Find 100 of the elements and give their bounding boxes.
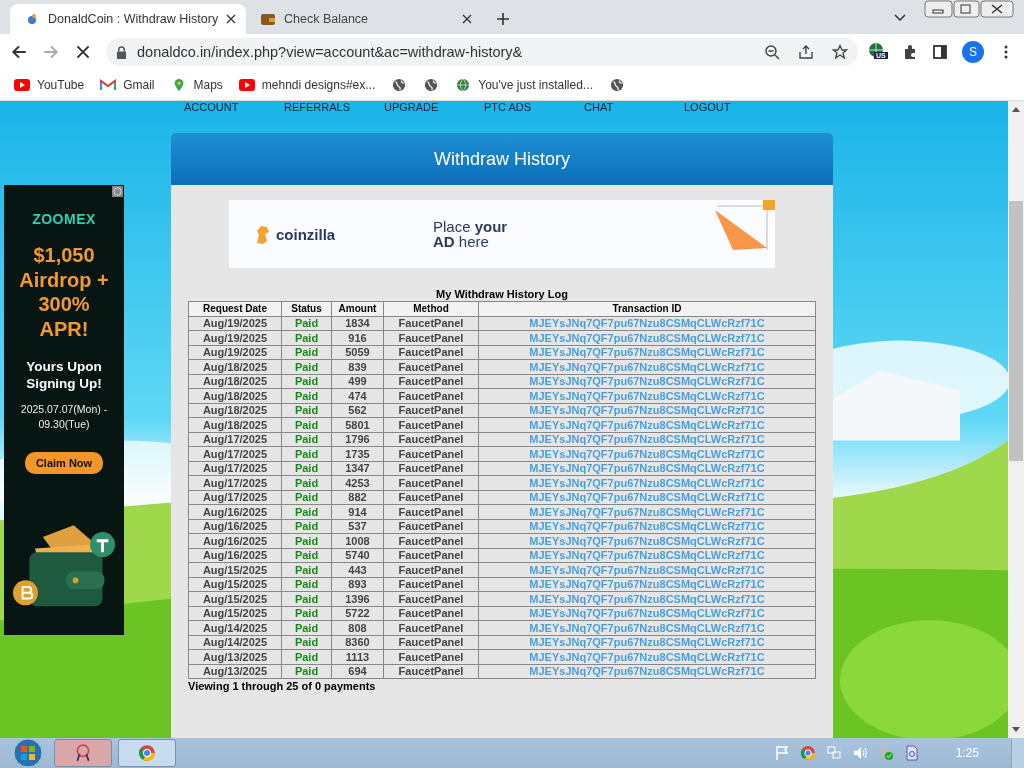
status-cell: Paid [281,359,332,374]
browser-icon[interactable] [799,745,816,761]
new-tab-icon[interactable] [496,12,510,26]
amount-cell: 808 [331,620,384,635]
nav-link[interactable]: CHAT [584,101,684,113]
nav-link[interactable]: UPGRADE [384,101,484,113]
taskbar-app[interactable] [118,739,176,767]
method-cell: FaucetPanel [383,446,479,461]
date-cell: Aug/17/2025 [188,475,282,490]
zoom-out-icon[interactable] [764,44,780,60]
nav-link[interactable]: REFERRALS [284,101,384,113]
back-icon[interactable] [10,43,28,61]
transaction-id-link[interactable]: MJEYsJNq7QF7pu67Nzu8CSMqCLWcRzf71C [478,461,816,476]
profile-avatar[interactable]: S [962,41,984,63]
transaction-id-link[interactable]: MJEYsJNq7QF7pu67Nzu8CSMqCLWcRzf71C [478,316,816,331]
browser-tab[interactable]: Check Balance [246,4,482,34]
method-cell: FaucetPanel [383,577,479,592]
scrollbar[interactable] [1008,101,1024,738]
nav-link[interactable]: LOGOUT [684,101,784,113]
transaction-id-link[interactable]: MJEYsJNq7QF7pu67Nzu8CSMqCLWcRzf71C [478,374,816,389]
date-cell: Aug/16/2025 [188,519,282,534]
transaction-id-link[interactable]: MJEYsJNq7QF7pu67Nzu8CSMqCLWcRzf71C [478,548,816,563]
method-cell: FaucetPanel [383,649,479,664]
chevron-down-icon[interactable] [894,14,906,22]
bookmark[interactable] [608,78,625,92]
method-cell: FaucetPanel [383,432,479,447]
bookmark[interactable]: Gmail [100,78,155,92]
transaction-id-link[interactable]: MJEYsJNq7QF7pu67Nzu8CSMqCLWcRzf71C [478,591,816,606]
transaction-id-link[interactable]: MJEYsJNq7QF7pu67Nzu8CSMqCLWcRzf71C [478,664,816,679]
star-icon[interactable] [832,44,848,60]
transaction-id-link[interactable]: MJEYsJNq7QF7pu67Nzu8CSMqCLWcRzf71C [478,345,816,360]
transaction-id-link[interactable]: MJEYsJNq7QF7pu67Nzu8CSMqCLWcRzf71C [478,490,816,505]
nav-link[interactable]: PTC ADS [484,101,584,113]
date-cell: Aug/17/2025 [188,461,282,476]
transaction-id-link[interactable]: MJEYsJNq7QF7pu67Nzu8CSMqCLWcRzf71C [478,446,816,461]
column-header: Method [383,301,479,316]
date-cell: Aug/17/2025 [188,446,282,461]
stop-icon[interactable] [74,43,92,61]
amount-cell: 474 [331,388,384,403]
transaction-id-link[interactable]: MJEYsJNq7QF7pu67Nzu8CSMqCLWcRzf71C [478,649,816,664]
status-cell: Paid [281,504,332,519]
puzzle-icon[interactable] [902,44,918,60]
amount-cell: 8360 [331,635,384,650]
bookmark[interactable]: You've just installed... [455,78,593,92]
bookmark[interactable]: mehndi designs#ex... [238,78,376,92]
side-panel-icon[interactable] [932,44,948,60]
clock[interactable]: 1:25 [955,746,979,760]
transaction-id-link[interactable]: MJEYsJNq7QF7pu67Nzu8CSMqCLWcRzf71C [478,562,816,577]
method-cell: FaucetPanel [383,388,479,403]
globe-icon [423,78,440,92]
transaction-id-link[interactable]: MJEYsJNq7QF7pu67Nzu8CSMqCLWcRzf71C [478,504,816,519]
transaction-id-link[interactable]: MJEYsJNq7QF7pu67Nzu8CSMqCLWcRzf71C [478,475,816,490]
date-cell: Aug/18/2025 [188,359,282,374]
date-cell: Aug/17/2025 [188,490,282,505]
nav-link[interactable]: ACCOUNT [184,101,284,113]
transaction-id-link[interactable]: MJEYsJNq7QF7pu67Nzu8CSMqCLWcRzf71C [478,432,816,447]
transaction-id-link[interactable]: MJEYsJNq7QF7pu67Nzu8CSMqCLWcRzf71C [478,620,816,635]
date-cell: Aug/15/2025 [188,606,282,621]
close-icon[interactable] [226,14,236,24]
amount-cell: 916 [331,330,384,345]
status-cell: Paid [281,432,332,447]
date-cell: Aug/14/2025 [188,620,282,635]
status-cell: Paid [281,403,332,418]
globe-icon [391,78,408,92]
close-icon[interactable] [462,14,472,24]
transaction-id-link[interactable]: MJEYsJNq7QF7pu67Nzu8CSMqCLWcRzf71C [478,359,816,374]
window-controls[interactable] [924,0,1014,18]
document-icon[interactable] [903,745,920,761]
claim-button[interactable]: Claim Now [24,452,104,474]
transaction-id-link[interactable]: MJEYsJNq7QF7pu67Nzu8CSMqCLWcRzf71C [478,606,816,621]
date-cell: Aug/13/2025 [188,649,282,664]
status-cell: Paid [281,446,332,461]
date-cell: Aug/17/2025 [188,432,282,447]
transaction-id-link[interactable]: MJEYsJNq7QF7pu67Nzu8CSMqCLWcRzf71C [478,388,816,403]
transaction-id-link[interactable]: MJEYsJNq7QF7pu67Nzu8CSMqCLWcRzf71C [478,533,816,548]
bookmark[interactable] [423,78,440,92]
status-cell: Paid [281,475,332,490]
bookmark[interactable]: YouTube [14,78,85,92]
mail-icon [100,78,117,92]
panel-title: Withdraw History [434,148,570,170]
transaction-id-link[interactable]: MJEYsJNq7QF7pu67Nzu8CSMqCLWcRzf71C [478,330,816,345]
transaction-id-link[interactable]: MJEYsJNq7QF7pu67Nzu8CSMqCLWcRzf71C [478,403,816,418]
bookmark[interactable] [391,78,408,92]
wallet-icon [260,11,276,27]
browser-tab[interactable]: DonaldCoin : Withdraw History [10,4,246,34]
share-icon[interactable] [798,44,814,60]
browser-icon [138,744,156,762]
ad-banner[interactable]: coinzilla Place your AD here [229,200,775,268]
transaction-id-link[interactable]: MJEYsJNq7QF7pu67Nzu8CSMqCLWcRzf71C [478,577,816,592]
ad-banner[interactable]: ZOOMEX $1,050 Airdrop + 300% APR! Yours Upon Signing Up! 2025.07.07(Mon) - 09.30(Tue) Claim Now [4,185,124,635]
address-bar[interactable]: donaldco.in/index.php?view=account&ac=withdraw-history& [106,38,858,66]
bookmark[interactable]: Maps [170,78,223,92]
date-cell: Aug/18/2025 [188,417,282,432]
scroll-up-icon[interactable] [1012,106,1020,112]
transaction-id-link[interactable]: MJEYsJNq7QF7pu67Nzu8CSMqCLWcRzf71C [478,635,816,650]
scroll-down-icon[interactable] [1012,727,1020,733]
ad-subheading: Yours Upon Signing Up! [25,358,103,392]
method-cell: FaucetPanel [383,490,479,505]
transaction-id-link[interactable]: MJEYsJNq7QF7pu67Nzu8CSMqCLWcRzf71C [478,519,816,534]
transaction-id-link[interactable]: MJEYsJNq7QF7pu67Nzu8CSMqCLWcRzf71C [478,417,816,432]
